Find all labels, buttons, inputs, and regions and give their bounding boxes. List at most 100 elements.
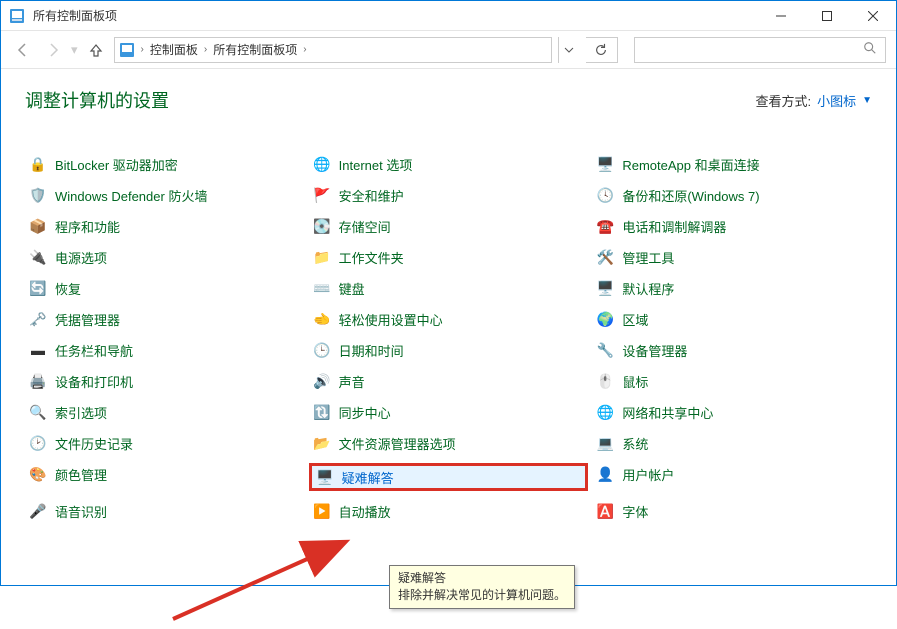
cp-item-mouse[interactable]: 🖱️鼠标 [592, 370, 872, 392]
search-input[interactable] [634, 37, 886, 63]
control-panel-window: 所有控制面板项 ▾ › 控制面板 › 所有控制面板项 › [0, 0, 897, 586]
cp-item-label: 文件历史记录 [55, 434, 133, 453]
cp-item-label: 电源选项 [55, 248, 107, 267]
cp-item-defender[interactable]: 🛡️Windows Defender 防火墙 [25, 184, 305, 206]
mouse-icon: 🖱️ [596, 372, 614, 390]
items-grid: 🔒BitLocker 驱动器加密 🌐 Internet 选项 🖥️RemoteApp … [25, 153, 872, 522]
cp-item-fonts[interactable]: 🅰️字体 [592, 500, 872, 522]
close-button[interactable] [850, 1, 896, 31]
cp-item-ease[interactable]: 🫲轻松使用设置中心 [309, 308, 589, 330]
cp-item-system[interactable]: 💻 系统 [592, 432, 872, 454]
forward-button[interactable] [41, 38, 65, 62]
cp-item-credentials[interactable]: 🗝️凭据管理器 [25, 308, 305, 330]
content-header: 调整计算机的设置 查看方式: 小图标 ▼ [25, 87, 872, 113]
cp-item-label: 颜色管理 [55, 465, 107, 484]
cp-item-indexing[interactable]: 🔍索引选项 [25, 401, 305, 423]
cp-item-sound[interactable]: 🔊 声音 [309, 370, 589, 392]
cp-item-default-programs[interactable]: 🖥️默认程序 [592, 277, 872, 299]
bitlocker-icon: 🔒 [29, 155, 47, 173]
cp-item-taskbar[interactable]: ▬任务栏和导航 [25, 339, 305, 361]
cp-item-color[interactable]: 🎨颜色管理 [25, 463, 305, 485]
cp-item-programs[interactable]: 📦程序和功能 [25, 215, 305, 237]
region-icon: 🌍 [596, 310, 614, 328]
cp-item-label: 声音 [339, 372, 365, 391]
address-dropdown[interactable] [558, 37, 580, 63]
tooltip: 疑难解答 排除并解决常见的计算机问题。 [389, 565, 575, 609]
cp-item-label: 默认程序 [622, 279, 674, 298]
maximize-button[interactable] [804, 1, 850, 31]
internet-icon: 🌐 [313, 155, 331, 173]
address-bar[interactable]: › 控制面板 › 所有控制面板项 › [114, 37, 552, 63]
network-icon: 🌐 [596, 403, 614, 421]
cp-item-label: 恢复 [55, 279, 81, 298]
system-icon: 💻 [596, 434, 614, 452]
window-controls [758, 1, 896, 31]
cp-item-admin-tools[interactable]: 🛠️管理工具 [592, 246, 872, 268]
cp-item-security[interactable]: 🚩安全和维护 [309, 184, 589, 206]
cp-item-label: 电话和调制解调器 [622, 217, 726, 236]
breadcrumb-2[interactable]: 所有控制面板项 [213, 41, 297, 58]
cp-item-explorer-opts[interactable]: 📂文件资源管理器选项 [309, 432, 589, 454]
annotation-arrow [163, 519, 383, 629]
cp-item-label: Internet 选项 [339, 155, 413, 174]
back-button[interactable] [11, 38, 35, 62]
cp-item-speech[interactable]: 🎤 语音识别 [25, 500, 305, 522]
file-history-icon: 🕑 [29, 434, 47, 452]
cp-item-label: 用户帐户 [622, 465, 674, 484]
device-manager-icon: 🔧 [596, 341, 614, 359]
up-button[interactable] [84, 38, 108, 62]
cp-item-remoteapp[interactable]: 🖥️RemoteApp 和桌面连接 [592, 153, 872, 175]
cp-item-device-manager[interactable]: 🔧设备管理器 [592, 339, 872, 361]
cp-item-label: 存储空间 [339, 217, 391, 236]
cp-item-users[interactable]: 👤 用户帐户 [592, 463, 872, 485]
cp-item-bitlocker[interactable]: 🔒BitLocker 驱动器加密 [25, 153, 305, 175]
cp-item-troubleshoot[interactable]: 🖥️疑难解答 [309, 463, 589, 491]
address-icon [119, 42, 135, 58]
cp-item-label: 管理工具 [622, 248, 674, 267]
cp-item-network[interactable]: 🌐网络和共享中心 [592, 401, 872, 423]
cp-item-autoplay[interactable]: ▶️自动播放 [309, 500, 589, 522]
users-icon: 👤 [596, 465, 614, 483]
taskbar-icon: ▬ [29, 341, 47, 359]
titlebar: 所有控制面板项 [1, 1, 896, 31]
cp-item-label: 设备和打印机 [55, 372, 133, 391]
chevron-right-icon: › [204, 44, 207, 55]
cp-item-storage[interactable]: 💽存储空间 [309, 215, 589, 237]
cp-item-sync[interactable]: 🔃同步中心 [309, 401, 589, 423]
cp-item-recovery[interactable]: 🔄恢复 [25, 277, 305, 299]
cp-item-label: 索引选项 [55, 403, 107, 422]
content-area: 调整计算机的设置 查看方式: 小图标 ▼ 🔒BitLocker 驱动器加密 🌐 In… [1, 69, 896, 585]
cp-item-devices-printers[interactable]: 🖨️设备和打印机 [25, 370, 305, 392]
refresh-button[interactable] [586, 37, 618, 63]
backup-icon: 🕓 [596, 186, 614, 204]
sound-icon: 🔊 [313, 372, 331, 390]
modem-icon: ☎️ [596, 217, 614, 235]
cp-item-label: 自动播放 [339, 502, 391, 521]
cp-item-backup[interactable]: 🕓备份和还原(Windows 7) [592, 184, 872, 206]
cp-item-datetime[interactable]: 🕒日期和时间 [309, 339, 589, 361]
cp-item-modem[interactable]: ☎️ 电话和调制解调器 [592, 215, 872, 237]
cp-item-label: Windows Defender 防火墙 [55, 186, 207, 205]
view-mode[interactable]: 查看方式: 小图标 ▼ [755, 91, 872, 110]
titlebar-left: 所有控制面板项 [1, 7, 117, 24]
breadcrumb-1[interactable]: 控制面板 [150, 41, 198, 58]
cp-item-label: 系统 [622, 434, 648, 453]
chevron-down-icon: ▼ [862, 95, 872, 106]
tooltip-title: 疑难解答 [398, 570, 566, 587]
cp-item-region[interactable]: 🌍区域 [592, 308, 872, 330]
cp-item-label: 语音识别 [55, 502, 107, 521]
cp-item-label: 同步中心 [339, 403, 391, 422]
cp-item-file-history[interactable]: 🕑 文件历史记录 [25, 432, 305, 454]
cp-item-workfolders[interactable]: 📁工作文件夹 [309, 246, 589, 268]
cp-item-keyboard[interactable]: ⌨️键盘 [309, 277, 589, 299]
cp-item-label: 键盘 [339, 279, 365, 298]
minimize-button[interactable] [758, 1, 804, 31]
cp-item-label: 程序和功能 [55, 217, 120, 236]
cp-item-power[interactable]: 🔌电源选项 [25, 246, 305, 268]
fonts-icon: 🅰️ [596, 502, 614, 520]
speech-icon: 🎤 [29, 502, 47, 520]
view-mode-value[interactable]: 小图标 [817, 91, 856, 110]
cp-item-internet[interactable]: 🌐 Internet 选项 [309, 153, 589, 175]
page-title: 调整计算机的设置 [25, 87, 169, 113]
troubleshoot-icon: 🖥️ [316, 468, 334, 486]
